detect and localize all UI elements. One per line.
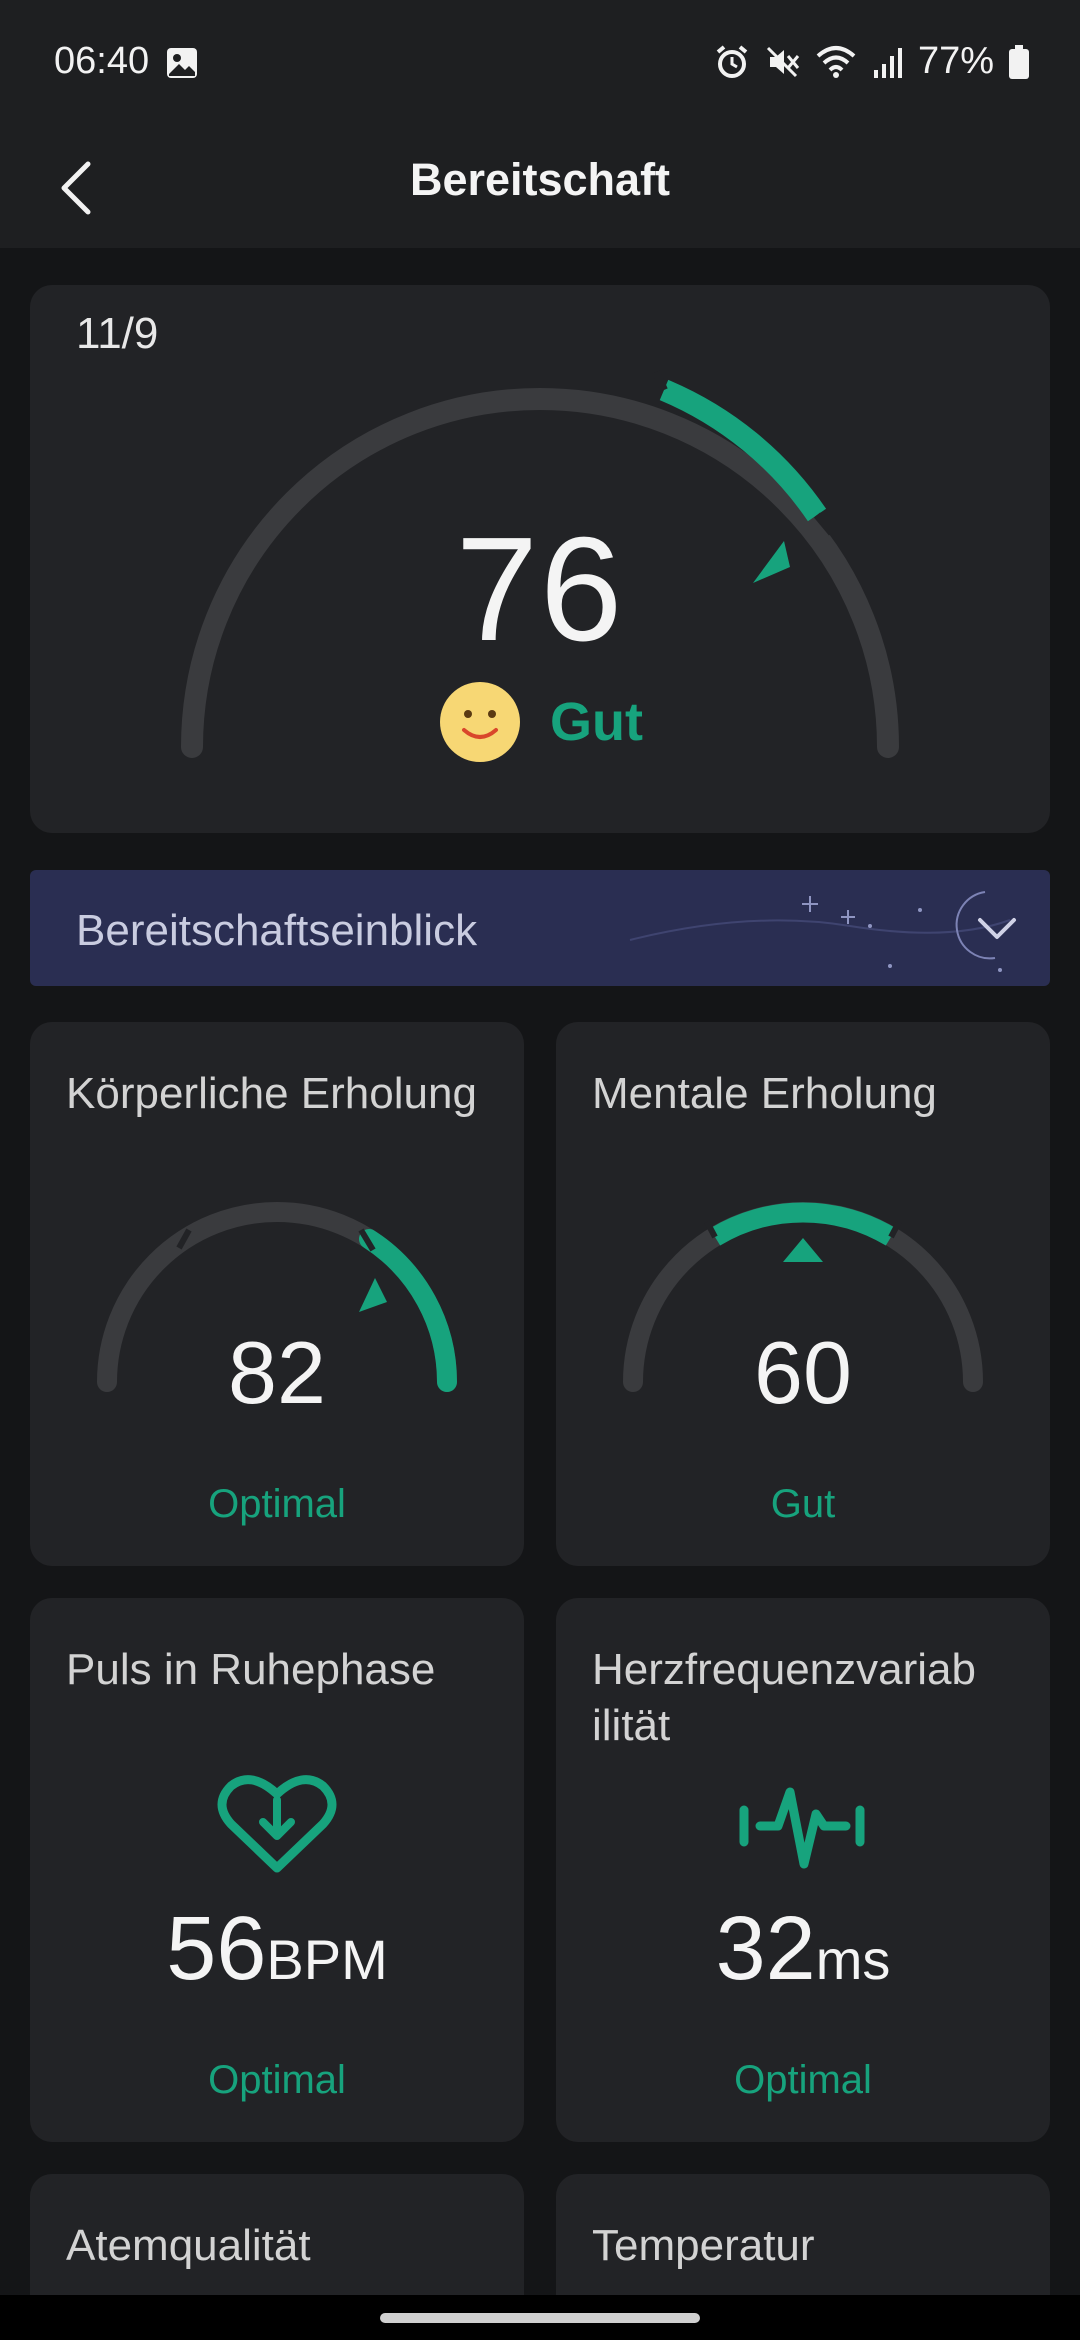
- status-bar: 06:40 77%: [0, 0, 1080, 128]
- readiness-score: 76: [455, 507, 625, 672]
- mental-recovery-card[interactable]: Mentale Erholung 60 Gut: [556, 1022, 1050, 1566]
- readiness-status-label: Gut: [550, 692, 643, 752]
- physical-recovery-card[interactable]: Körperliche Erholung 82 Optimal: [30, 1022, 524, 1566]
- physical-recovery-title: Körperliche Erholung: [66, 1069, 477, 1118]
- temperature-card[interactable]: Temperatur: [556, 2174, 1050, 2295]
- mental-recovery-status: Gut: [770, 1482, 836, 1526]
- battery-percentage: 77%: [917, 40, 994, 82]
- resting-heart-rate-title: Puls in Ruhephase: [66, 1645, 436, 1694]
- alarm-icon: [716, 44, 748, 78]
- resting-heart-rate-card[interactable]: Puls in Ruhephase 56BPM Optimal: [30, 1598, 524, 2142]
- resting-heart-rate-reading: 56BPM: [30, 1898, 524, 2001]
- gauge-pointer: [359, 1278, 387, 1312]
- hrv-reading: 32ms: [556, 1898, 1050, 2001]
- readiness-insight-toggle[interactable]: Bereitschaftseinblick: [30, 870, 1050, 986]
- hrv-card[interactable]: Herzfrequenzvariab ilität 32ms Optimal: [556, 1598, 1050, 2142]
- status-time: 06:40: [54, 40, 150, 82]
- readiness-date: 11/9: [76, 309, 159, 358]
- temperature-title: Temperatur: [592, 2221, 815, 2270]
- readiness-card[interactable]: 11/9 76 Gut: [30, 285, 1050, 833]
- physical-recovery-value: 82: [228, 1323, 326, 1422]
- mental-gauge-fill: [709, 1202, 897, 1246]
- insight-label: Bereitschaftseinblick: [76, 906, 478, 955]
- system-navigation-bar: [0, 2295, 1080, 2340]
- mute-icon: [766, 46, 800, 77]
- chevron-down-icon: [978, 918, 1016, 939]
- smiley-icon: [440, 682, 520, 762]
- page-title: Bereitschaft: [409, 154, 671, 205]
- battery-icon: [1009, 44, 1029, 79]
- signal-icon: [873, 47, 902, 78]
- breathing-quality-title: Atemqualität: [66, 2221, 311, 2270]
- resting-heart-rate-status: Optimal: [208, 2058, 346, 2102]
- hrv-status: Optimal: [734, 2058, 872, 2102]
- heartbeat-icon: [739, 1787, 865, 1869]
- heart-down-icon: [217, 1775, 337, 1873]
- resting-heart-rate-value: 56: [166, 1899, 267, 1999]
- readiness-status: Gut: [438, 680, 643, 764]
- image-icon: [167, 48, 197, 78]
- resting-heart-rate-unit: BPM: [266, 1928, 388, 1991]
- app-bar: Bereitschaft: [0, 128, 1080, 248]
- home-gesture-handle[interactable]: [380, 2313, 700, 2323]
- hrv-title: Herzfrequenzvariab ilität: [592, 1645, 976, 1750]
- physical-recovery-status: Optimal: [208, 1482, 346, 1526]
- hrv-value: 32: [715, 1899, 816, 1999]
- mental-recovery-value: 60: [754, 1323, 852, 1422]
- hrv-unit: ms: [815, 1928, 891, 1991]
- mental-recovery-title: Mentale Erholung: [592, 1069, 937, 1118]
- breathing-quality-card[interactable]: Atemqualität: [30, 2174, 524, 2295]
- status-icons: 77%: [714, 40, 1030, 83]
- wifi-icon: [816, 45, 856, 78]
- gauge-pointer: [783, 1238, 823, 1262]
- night-sky-decoration: [629, 891, 1010, 972]
